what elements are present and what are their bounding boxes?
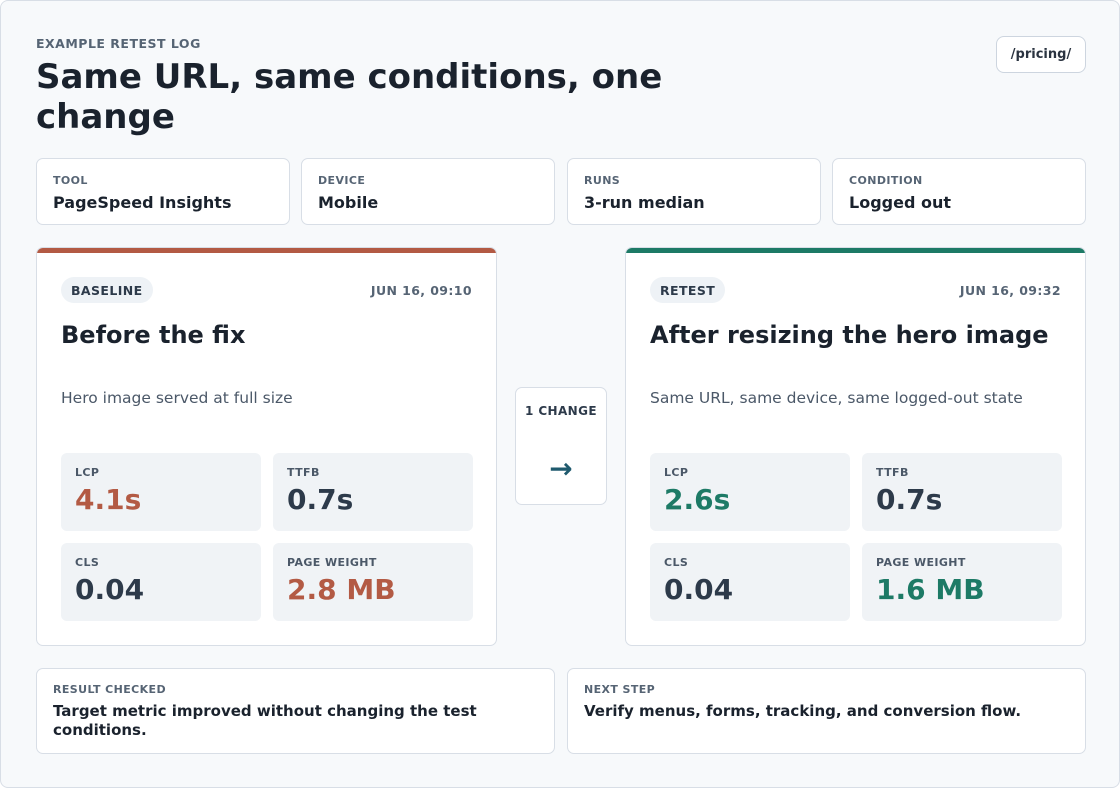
condition-value: PageSpeed Insights [53,193,232,212]
metric-label: LCP [75,466,100,479]
metric-value: 0.04 [664,573,734,606]
eyebrow-label: EXAMPLE RETEST LOG [36,36,201,51]
metric-cls: CLS 0.04 [61,543,261,621]
result-label: RESULT CHECKED [53,683,166,696]
condition-card-runs: RUNS 3-run median [567,158,821,225]
metric-value: 4.1s [75,483,142,516]
metric-value: 1.6 MB [876,573,985,606]
url-badge: /pricing/ [996,36,1086,73]
condition-label: DEVICE [318,174,366,187]
next-step-label: NEXT STEP [584,683,656,696]
metric-page-weight: PAGE WEIGHT 2.8 MB [273,543,473,621]
condition-label: TOOL [53,174,88,187]
change-label: 1 CHANGE [525,404,597,418]
metric-value: 2.6s [664,483,731,516]
next-step-card: NEXT STEP Verify menus, forms, tracking,… [567,668,1086,754]
condition-value: 3-run median [584,193,705,212]
condition-label: CONDITION [849,174,923,187]
retest-log-panel: EXAMPLE RETEST LOG Same URL, same condit… [0,0,1120,788]
metric-value: 2.8 MB [287,573,396,606]
metric-label: CLS [664,556,689,569]
condition-value: Logged out [849,193,951,212]
metric-label: TTFB [287,466,320,479]
retest-badge: RETEST [650,277,726,303]
metric-label: PAGE WEIGHT [287,556,377,569]
metric-value: 0.7s [876,483,943,516]
metric-cls: CLS 0.04 [650,543,850,621]
metric-page-weight: PAGE WEIGHT 1.6 MB [862,543,1062,621]
metric-ttfb: TTFB 0.7s [862,453,1062,531]
page-title: Same URL, same conditions, one change [36,57,663,137]
condition-card-tool: TOOL PageSpeed Insights [36,158,290,225]
arrow-right-icon: → [549,452,573,485]
retest-timestamp: JUN 16, 09:32 [959,283,1061,298]
metric-ttfb: TTFB 0.7s [273,453,473,531]
baseline-card: BASELINE JUN 16, 09:10 Before the fix He… [36,247,497,646]
retest-accent-bar [626,248,1085,253]
retest-title: After resizing the hero image [650,321,1049,349]
baseline-description: Hero image served at full size [61,389,293,407]
condition-card-state: CONDITION Logged out [832,158,1086,225]
next-step-text: Verify menus, forms, tracking, and conve… [584,702,1022,720]
retest-card: RETEST JUN 16, 09:32 After resizing the … [625,247,1086,646]
metric-label: LCP [664,466,689,479]
condition-card-device: DEVICE Mobile [301,158,555,225]
metric-lcp: LCP 2.6s [650,453,850,531]
condition-label: RUNS [584,174,621,187]
result-card: RESULT CHECKED Target metric improved wi… [36,668,555,754]
metric-label: CLS [75,556,100,569]
baseline-accent-bar [37,248,496,253]
change-indicator: 1 CHANGE → [515,387,607,505]
metric-label: TTFB [876,466,909,479]
metric-value: 0.7s [287,483,354,516]
condition-value: Mobile [318,193,379,212]
metric-lcp: LCP 4.1s [61,453,261,531]
metric-label: PAGE WEIGHT [876,556,966,569]
baseline-badge: BASELINE [61,277,153,303]
baseline-title: Before the fix [61,321,246,349]
metric-value: 0.04 [75,573,145,606]
retest-description: Same URL, same device, same logged-out s… [650,389,1023,407]
result-text: Target metric improved without changing … [53,702,477,739]
baseline-timestamp: JUN 16, 09:10 [370,283,472,298]
